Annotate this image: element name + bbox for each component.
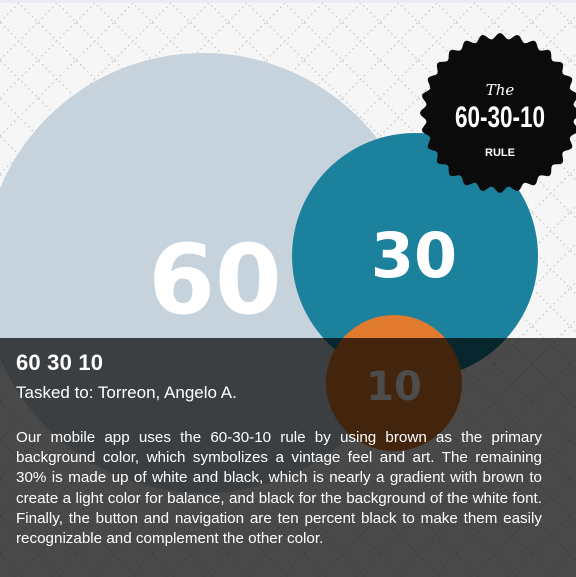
task-description: Our mobile app uses the 60-30-10 rule by…: [16, 429, 542, 548]
label-30: 30: [371, 219, 457, 292]
label-60: 60: [148, 224, 282, 336]
task-card[interactable]: 60 30 10 The 60-30-10 RULE 60 30 10 Task…: [0, 0, 576, 577]
badge-rule: RULE: [485, 147, 515, 159]
badge-title: 60-30-10: [455, 101, 545, 134]
assignee-text: Tasked to: Torreon, Angelo A.: [16, 383, 237, 402]
task-title: 60 30 10: [16, 350, 104, 375]
badge-the: The: [486, 81, 515, 99]
